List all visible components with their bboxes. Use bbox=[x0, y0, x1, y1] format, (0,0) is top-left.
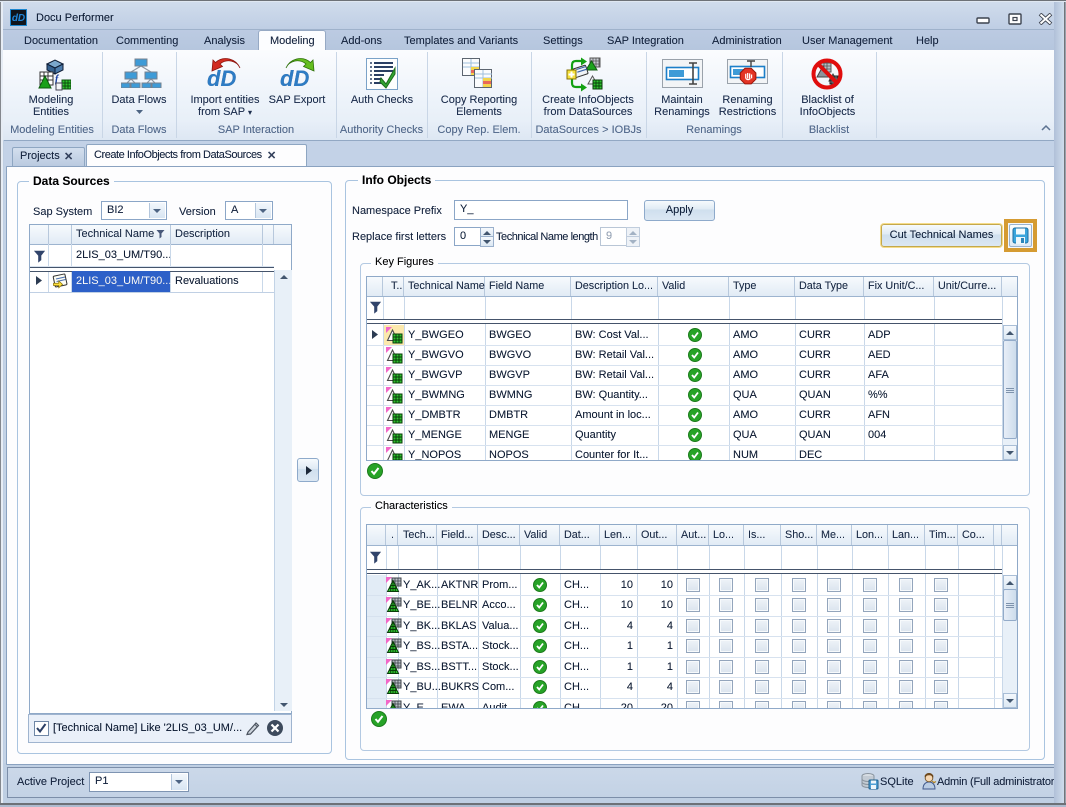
svg-text:dD: dD bbox=[12, 13, 25, 24]
svg-text:dD: dD bbox=[280, 66, 309, 88]
svg-text:dD: dD bbox=[207, 66, 236, 88]
